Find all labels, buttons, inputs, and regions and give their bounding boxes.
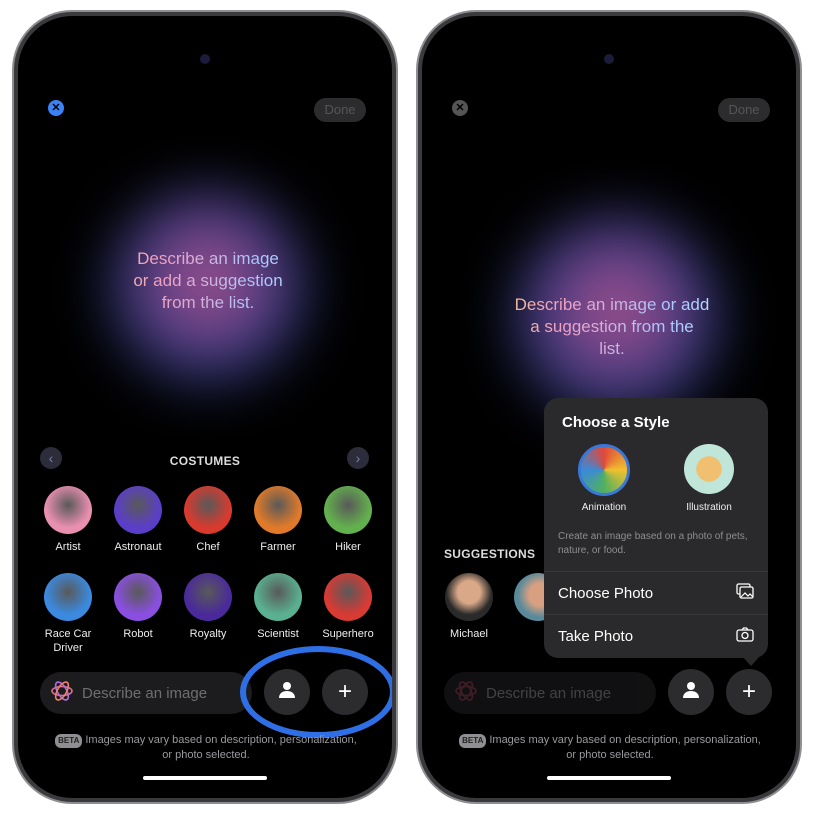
costume-race-car-driver[interactable]: Race Car Driver	[33, 573, 103, 655]
animation-icon	[578, 444, 630, 496]
costume-icon	[254, 486, 302, 534]
costume-farmer[interactable]: Farmer	[243, 486, 313, 554]
costume-icon	[254, 573, 302, 621]
plus-icon: +	[337, 678, 352, 705]
input-placeholder: Describe an image	[486, 684, 612, 702]
camera-island	[200, 54, 210, 64]
plus-button[interactable]: +	[322, 669, 368, 715]
suggestion-label: Michael	[450, 628, 488, 640]
person-button[interactable]	[264, 669, 310, 715]
prompt-text: Describe an image or add a suggestion fr…	[462, 294, 762, 360]
popup-pointer	[742, 656, 760, 666]
prompt-line: list.	[599, 339, 625, 358]
prompt-line: from the list.	[161, 293, 255, 312]
costume-icon	[324, 486, 372, 534]
costume-icon	[184, 486, 232, 534]
costume-icon	[184, 573, 232, 621]
costume-chef[interactable]: Chef	[173, 486, 243, 554]
costume-label: Farmer	[260, 541, 296, 553]
disclaimer-line: or photo selected.	[566, 749, 654, 761]
style-illustration[interactable]: Illustration	[674, 444, 744, 515]
costume-label: Artist	[55, 541, 81, 553]
suggestion-michael[interactable]: Michael	[434, 573, 504, 641]
image-playground-icon	[50, 679, 74, 708]
camera-icon	[736, 626, 754, 646]
costume-artist[interactable]: Artist	[33, 486, 103, 554]
menu-label: Choose Photo	[558, 584, 654, 602]
style-animation[interactable]: Animation	[569, 444, 639, 515]
costume-label: Scientist	[257, 628, 299, 640]
photo-library-icon	[736, 583, 754, 603]
costume-label: Royalty	[189, 628, 227, 640]
camera-island	[604, 54, 614, 64]
costume-astronaut[interactable]: Astronaut	[103, 486, 173, 554]
person-icon	[682, 678, 700, 706]
costume-icon	[114, 573, 162, 621]
disclaimer: BETA Images may vary based on description…	[440, 733, 780, 762]
costume-label: Robot	[123, 628, 153, 640]
image-playground-icon	[454, 679, 478, 708]
costume-label: Astronaut	[114, 541, 162, 553]
next-arrow-button[interactable]: ›	[347, 447, 369, 469]
phone-right: ✕ Done Describe an image or add a sugges…	[418, 12, 800, 802]
choose-photo-item[interactable]: Choose Photo	[544, 571, 768, 614]
section-title: COSTUMES	[169, 454, 241, 468]
home-indicator[interactable]	[143, 776, 267, 780]
beta-badge: BETA	[55, 734, 83, 748]
costume-scientist[interactable]: Scientist	[243, 573, 313, 641]
costume-hiker[interactable]: Hiker	[313, 486, 383, 554]
describe-input[interactable]: Describe an image	[40, 672, 252, 714]
disclaimer-line: or photo selected.	[162, 749, 250, 761]
costume-icon	[44, 573, 92, 621]
costume-icon	[44, 486, 92, 534]
close-button[interactable]: ✕	[452, 100, 468, 116]
prompt-line: a suggestion from the	[530, 317, 694, 336]
disclaimer: BETA Images may vary based on description…	[36, 733, 376, 762]
beta-badge: BETA	[459, 734, 487, 748]
style-label: Animation	[581, 502, 627, 513]
done-button[interactable]: Done	[314, 98, 366, 122]
prompt-text: Describe an image or add a suggestion fr…	[58, 248, 358, 314]
section-title: SUGGESTIONS	[444, 547, 536, 561]
close-button[interactable]: ✕	[48, 100, 64, 116]
costume-label: Chef	[196, 541, 220, 553]
costume-superhero[interactable]: Superhero	[313, 573, 383, 641]
costume-label: Hiker	[335, 541, 361, 553]
costume-robot[interactable]: Robot	[103, 573, 173, 641]
plus-button[interactable]: +	[726, 669, 772, 715]
popup-title: Choose a Style	[562, 414, 670, 431]
person-icon	[278, 678, 296, 706]
prompt-line: Describe an image	[137, 249, 279, 268]
person-button[interactable]	[668, 669, 714, 715]
costume-icon	[324, 573, 372, 621]
home-indicator[interactable]	[547, 776, 671, 780]
prompt-line: or add a suggestion	[133, 271, 283, 290]
take-photo-item[interactable]: Take Photo	[544, 614, 768, 657]
style-label: Illustration	[686, 502, 732, 513]
phone-left: ✕ Done Describe an image or add a sugges…	[14, 12, 396, 802]
style-description: Create an image based on a photo of pets…	[558, 531, 748, 556]
style-popup: Choose a Style Animation Illustration Cr…	[544, 398, 768, 658]
costume-icon	[114, 486, 162, 534]
costume-royalty[interactable]: Royalty	[173, 573, 243, 641]
done-button[interactable]: Done	[718, 98, 770, 122]
person-avatar	[445, 573, 493, 621]
input-placeholder: Describe an image	[82, 684, 208, 702]
describe-input[interactable]: Describe an image	[444, 672, 656, 714]
disclaimer-line: Images may vary based on description, pe…	[489, 734, 761, 746]
prompt-line: Describe an image or add	[514, 295, 710, 314]
illustration-icon	[684, 444, 734, 494]
costume-label: Race Car Driver	[44, 628, 92, 654]
plus-icon: +	[741, 678, 756, 705]
costume-label: Superhero	[322, 628, 374, 640]
menu-label: Take Photo	[558, 627, 634, 645]
disclaimer-line: Images may vary based on description, pe…	[85, 734, 357, 746]
